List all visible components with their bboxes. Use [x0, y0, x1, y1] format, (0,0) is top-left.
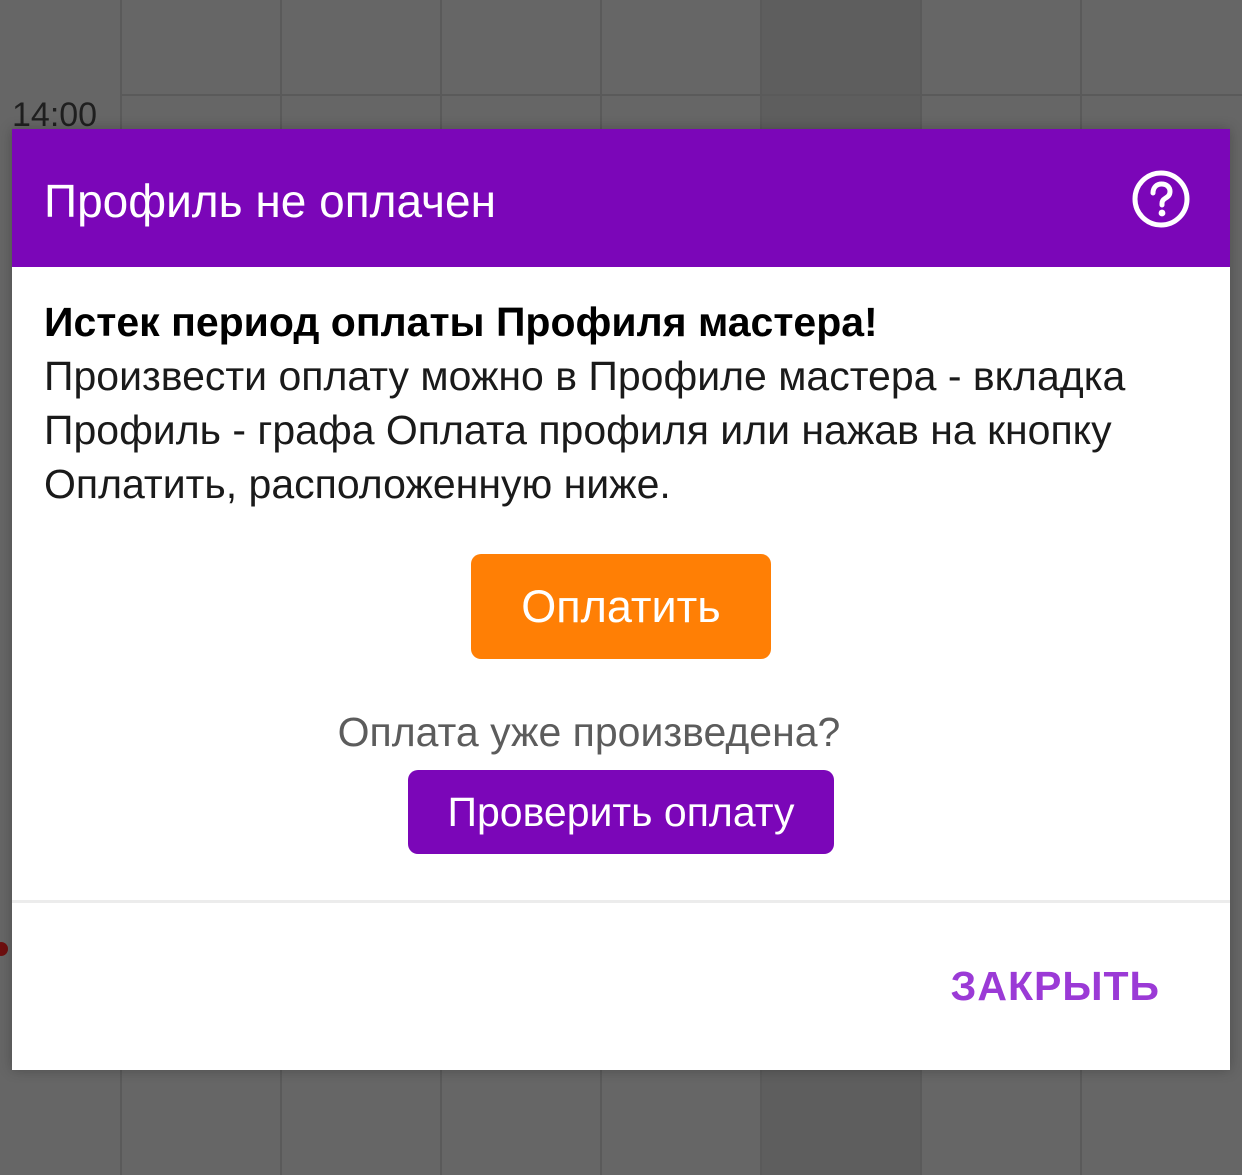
- help-icon[interactable]: [1132, 170, 1190, 228]
- check-payment-button[interactable]: Проверить оплату: [408, 770, 834, 854]
- message-text: Произвести оплату можно в Профиле мастер…: [44, 353, 1126, 507]
- dialog-footer: ЗАКРЫТЬ: [12, 903, 1230, 1070]
- calendar-hour-line: [120, 94, 1242, 96]
- dialog-header: Профиль не оплачен: [12, 129, 1230, 267]
- payment-dialog: Профиль не оплачен Истек период оплаты П…: [12, 129, 1230, 1070]
- dialog-title: Профиль не оплачен: [44, 175, 496, 227]
- time-label: 14:00: [12, 96, 98, 134]
- already-paid-text: Оплата уже произведена?: [337, 709, 841, 755]
- close-button[interactable]: ЗАКРЫТЬ: [951, 963, 1160, 1010]
- pay-button[interactable]: Оплатить: [471, 554, 771, 659]
- dialog-body: Истек период оплаты Профиля мастера! Про…: [12, 267, 1230, 900]
- message-heading: Истек период оплаты Профиля мастера!: [44, 299, 878, 345]
